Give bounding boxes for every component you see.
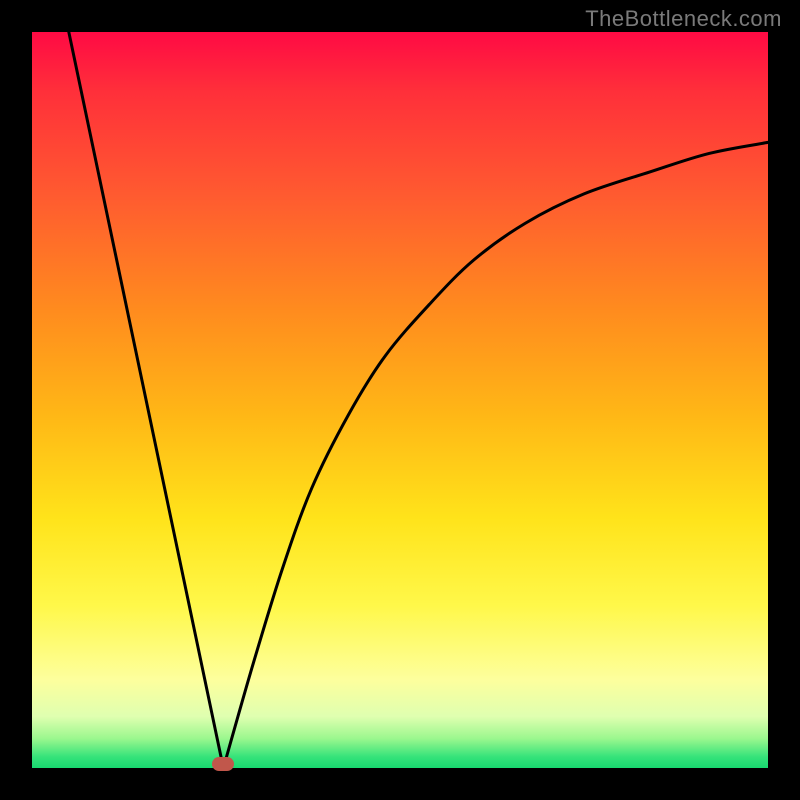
chart-frame: TheBottleneck.com	[0, 0, 800, 800]
curve-right-branch	[223, 142, 768, 768]
plot-area	[32, 32, 768, 768]
minimum-marker	[212, 757, 234, 771]
curve-layer	[32, 32, 768, 768]
watermark-text: TheBottleneck.com	[585, 6, 782, 32]
curve-left-branch	[69, 32, 224, 768]
